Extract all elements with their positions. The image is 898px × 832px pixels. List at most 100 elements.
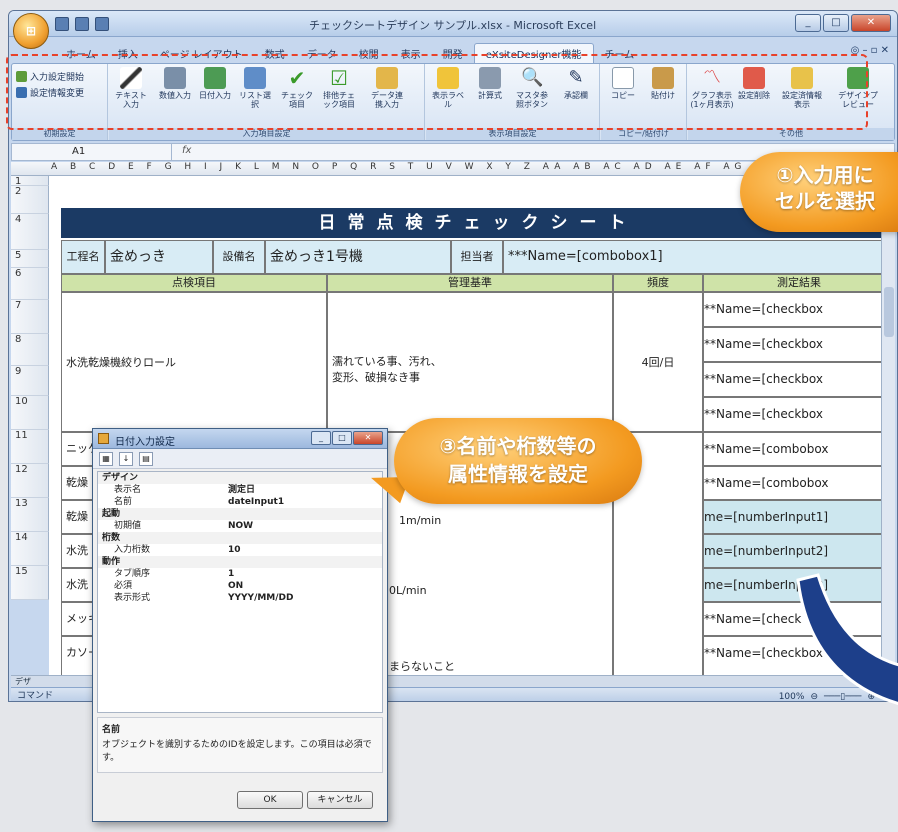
tab-page-layout[interactable]: ページ レイアウト xyxy=(149,44,254,63)
scroll-thumb[interactable] xyxy=(884,287,894,337)
row-header[interactable]: 4 xyxy=(11,214,49,250)
minimize-button[interactable]: _ xyxy=(795,14,821,32)
ribbon-tabs: ホーム 挿入 ページ レイアウト 数式 データ 校閲 表示 開発 eXsiteD… xyxy=(55,43,645,63)
group-copy: コピー 貼付け コピー/貼付け xyxy=(601,64,687,140)
equip-label: 設備名 xyxy=(213,240,265,274)
close-button[interactable]: ✕ xyxy=(851,14,891,32)
tab-exsitedesigner[interactable]: eXsiteDesigner機能 xyxy=(473,43,594,63)
help-icon[interactable]: ◎ – ▫ ✕ xyxy=(851,45,889,56)
row-header[interactable]: 7 xyxy=(11,300,49,334)
redo-icon[interactable] xyxy=(95,17,109,31)
result-cell[interactable]: **Name=[combobox xyxy=(703,432,895,466)
frequency-cell[interactable]: 4回/日 xyxy=(613,292,703,432)
property-row[interactable]: 名前 dateInput1 xyxy=(98,496,382,508)
delete-setting-button[interactable]: 設定削除 xyxy=(738,67,770,100)
data-link-input-button[interactable]: データ連携入力 xyxy=(371,67,403,109)
property-row[interactable]: 初期値 NOW xyxy=(98,520,382,532)
row-header[interactable]: 10 xyxy=(11,396,49,430)
result-cell[interactable]: **Name=[checkbox xyxy=(703,362,895,397)
row-header[interactable]: 14 xyxy=(11,532,49,566)
display-label-button[interactable]: 表示ラベル xyxy=(432,67,464,109)
dialog-maximize-button[interactable]: □ xyxy=(332,431,352,445)
result-cell[interactable]: **Name=[checkbox xyxy=(703,397,895,432)
equip-value[interactable]: 金めっき1号機 xyxy=(265,240,451,274)
criteria-speed: 1m/min xyxy=(399,514,442,527)
person-value[interactable]: ***Name=[combobox1] xyxy=(503,240,895,274)
property-row[interactable]: 必須 ON xyxy=(98,580,382,592)
header-result: 測定結果 xyxy=(703,274,895,292)
description-text: オブジェクトを識別するためのIDを設定します。この項目は必須です。 xyxy=(102,740,372,763)
office-button[interactable]: ⊞ xyxy=(13,13,49,49)
tab-view[interactable]: 表示 xyxy=(390,44,432,63)
row-header[interactable]: 8 xyxy=(11,334,49,366)
ok-button[interactable]: OK xyxy=(237,791,303,809)
master-ref-button[interactable]: 🔍 マスタ参照ボタン xyxy=(516,67,548,109)
tab-developer[interactable]: 開発 xyxy=(432,44,474,63)
property-description: 名前 オブジェクトを識別するためのIDを設定します。この項目は必須です。 xyxy=(97,717,383,773)
group-label: その他 xyxy=(688,128,894,140)
tab-review[interactable]: 校閲 xyxy=(348,44,390,63)
property-row[interactable]: 入力桁数 10 xyxy=(98,544,382,556)
tab-formulas[interactable]: 数式 xyxy=(254,44,296,63)
copy-button[interactable]: コピー xyxy=(607,67,639,100)
category-design[interactable]: デザイン xyxy=(98,472,382,484)
callout-select-cell: ①入力用に セルを選択 xyxy=(740,152,898,232)
dialog-close-button[interactable]: ✕ xyxy=(353,431,383,445)
row-header[interactable]: 9 xyxy=(11,366,49,396)
formula-button[interactable]: 計算式 xyxy=(474,67,506,100)
result-cell[interactable]: me=[numberInput1] xyxy=(703,500,895,534)
row-header[interactable]: 1 xyxy=(11,176,49,187)
row-header[interactable]: 2 xyxy=(11,186,49,214)
dialog-minimize-button[interactable]: _ xyxy=(311,431,331,445)
input-start-button[interactable]: 入力設定開始 xyxy=(16,70,84,83)
result-cell[interactable]: **Name=[combobox xyxy=(703,466,895,500)
list-select-button[interactable]: リスト選択 xyxy=(239,67,271,109)
property-pages-icon[interactable]: ▤ xyxy=(139,452,153,466)
check-item-button[interactable]: ✔ チェック項目 xyxy=(281,67,313,109)
person-label: 担当者 xyxy=(451,240,503,274)
save-icon[interactable] xyxy=(55,17,69,31)
item-cell[interactable]: 水洗乾燥機絞りロール xyxy=(61,292,327,432)
criteria-cell[interactable]: 濡れている事、汚れ、 変形、破損なき事 xyxy=(327,292,613,432)
row-header[interactable]: 12 xyxy=(11,464,49,498)
group-label: 初期設定 xyxy=(12,128,107,140)
process-value[interactable]: 金めっき xyxy=(105,240,213,274)
tab-home[interactable]: ホーム xyxy=(55,44,107,63)
property-row[interactable]: 表示形式 YYYY/MM/DD xyxy=(98,592,382,604)
row-header[interactable]: 15 xyxy=(11,566,49,600)
row-header[interactable]: 11 xyxy=(11,430,49,464)
categorized-icon[interactable]: ▦ xyxy=(99,452,113,466)
name-box[interactable]: A1 xyxy=(12,144,172,160)
text-input-button[interactable]: テキスト入力 xyxy=(115,67,147,109)
setting-info-button[interactable]: 設定済情報表示 xyxy=(780,67,824,109)
maximize-button[interactable]: □ xyxy=(823,14,849,32)
row-header[interactable]: 5 xyxy=(11,250,49,268)
fx-icon[interactable]: fx xyxy=(182,145,191,156)
result-cell[interactable]: **Name=[checkbox xyxy=(703,327,895,362)
sort-az-icon[interactable]: ↓ xyxy=(119,452,133,466)
number-input-button[interactable]: 数値入力 xyxy=(159,67,191,100)
row-header[interactable]: 13 xyxy=(11,498,49,532)
tab-team[interactable]: チーム xyxy=(594,44,646,63)
graph-display-button[interactable]: 〽グラフ表示(1ヶ月表示) xyxy=(690,67,734,109)
property-row[interactable]: 表示名 測定日 xyxy=(98,484,382,496)
sheet-tab[interactable]: デザ xyxy=(15,677,31,686)
result-cell[interactable]: **Name=[checkbox xyxy=(703,292,895,327)
category-behavior[interactable]: 動作 xyxy=(98,556,382,568)
exclusive-check-button[interactable]: ☑ 排他チェック項目 xyxy=(323,67,355,109)
undo-icon[interactable] xyxy=(75,17,89,31)
date-input-button[interactable]: 日付入力 xyxy=(199,67,231,100)
row-header[interactable]: 6 xyxy=(11,268,49,300)
header-item: 点検項目 xyxy=(61,274,327,292)
settings-change-button[interactable]: 設定情報変更 xyxy=(16,86,84,99)
approval-button[interactable]: ✎ 承認欄 xyxy=(560,67,592,100)
header-frequency: 頻度 xyxy=(613,274,703,292)
tab-data[interactable]: データ xyxy=(296,44,348,63)
property-row[interactable]: タブ順序 1 xyxy=(98,568,382,580)
paste-button[interactable]: 貼付け xyxy=(647,67,679,100)
category-startup[interactable]: 起動 xyxy=(98,508,382,520)
cancel-button[interactable]: キャンセル xyxy=(307,791,373,809)
tab-insert[interactable]: 挿入 xyxy=(107,44,149,63)
design-preview-button[interactable]: デザインプレビュー xyxy=(836,67,880,109)
category-digits[interactable]: 桁数 xyxy=(98,532,382,544)
